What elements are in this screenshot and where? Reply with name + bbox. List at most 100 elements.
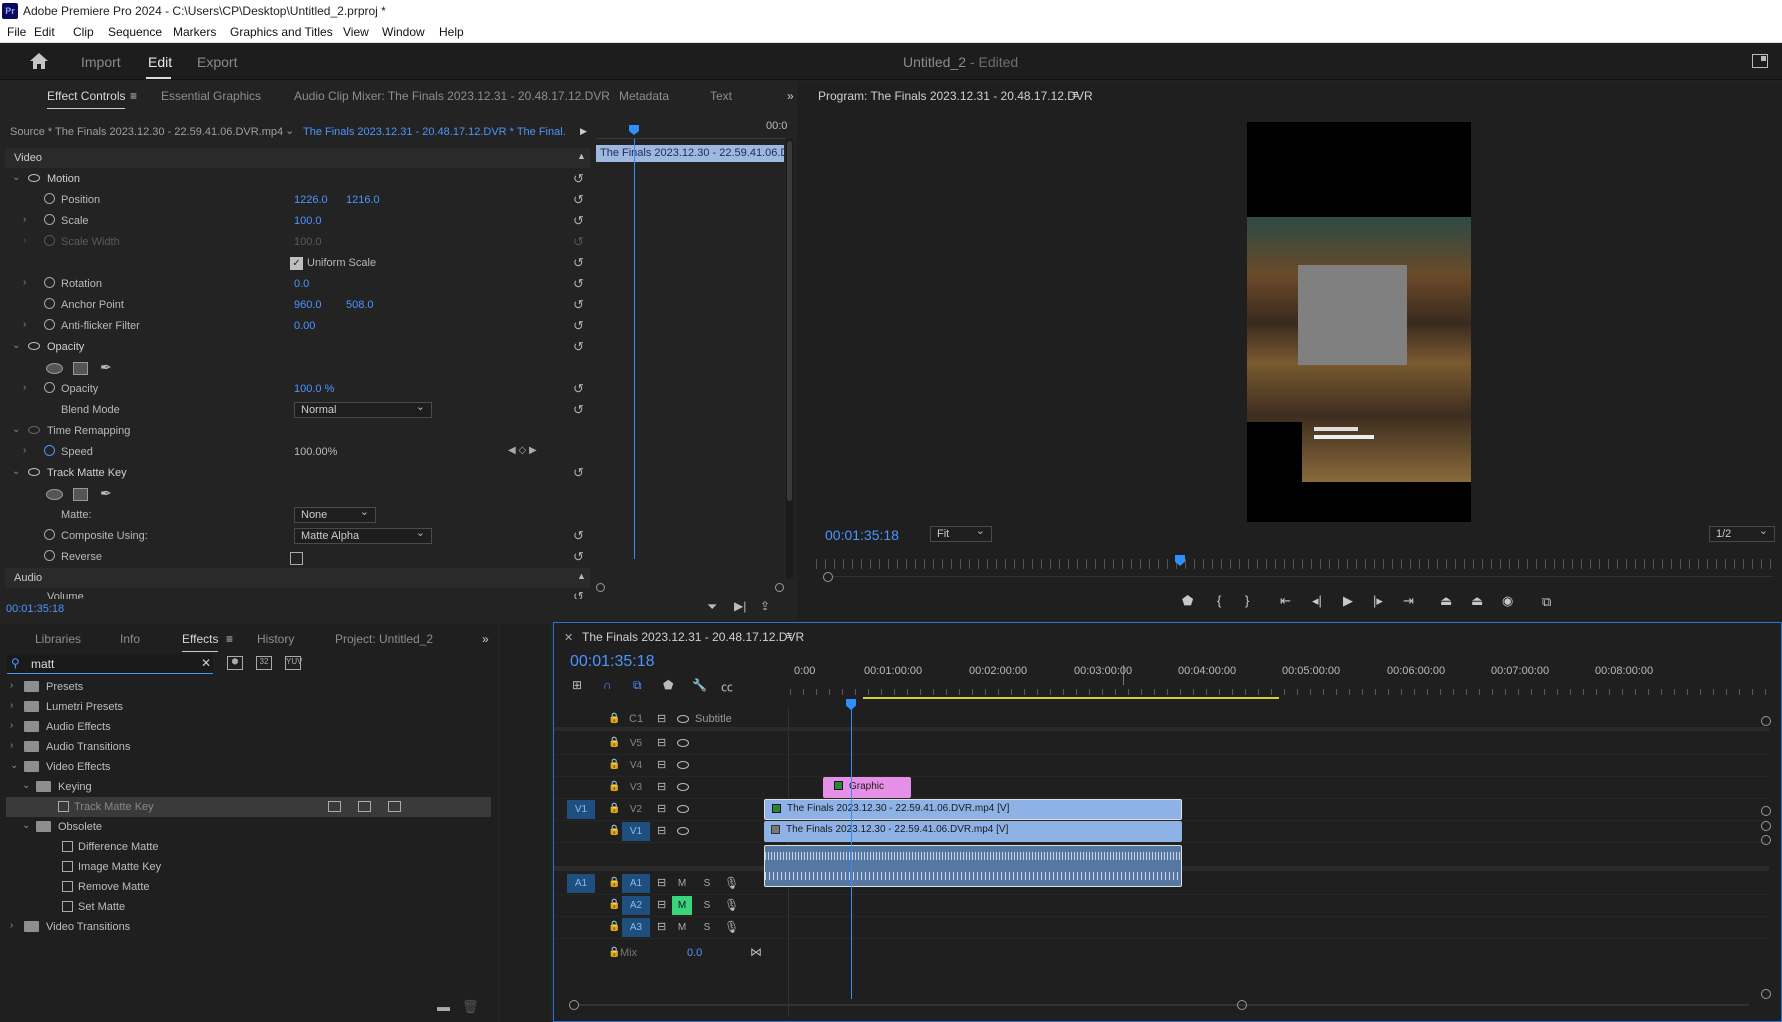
stopwatch-icon[interactable]: [44, 445, 55, 456]
anchor-x-value[interactable]: 960.0: [294, 299, 322, 311]
lock-icon[interactable]: 🔒: [608, 947, 620, 958]
sync-lock-icon[interactable]: ⊟: [657, 876, 666, 889]
ec-timecode[interactable]: 00:01:35:18: [6, 603, 64, 615]
home-icon[interactable]: [29, 52, 49, 70]
new-bin-icon[interactable]: ▬: [437, 999, 450, 1014]
add-marker-icon[interactable]: ⬟: [1182, 593, 1193, 609]
menu-edit[interactable]: Edit: [34, 25, 55, 39]
vertical-zoom-handle[interactable]: [1761, 716, 1771, 726]
track-target[interactable]: V3: [622, 778, 650, 797]
accelerated-effects-icon[interactable]: ⬢: [227, 656, 243, 670]
microphone-icon[interactable]: 🎙: [724, 876, 739, 890]
stopwatch-icon[interactable]: [44, 277, 55, 288]
stopwatch-icon[interactable]: [44, 319, 55, 330]
stopwatch-icon[interactable]: [44, 193, 55, 204]
opacity-value[interactable]: 100.0 %: [294, 383, 334, 395]
chevron-right-icon[interactable]: ›: [10, 740, 13, 751]
track-target[interactable]: V5: [622, 734, 650, 753]
microphone-icon[interactable]: 🎙: [724, 920, 739, 934]
chevron-down-icon[interactable]: ⌄: [12, 424, 20, 435]
lock-icon[interactable]: 🔒: [608, 737, 620, 748]
mix-toggle-icon[interactable]: ⋈: [750, 945, 762, 959]
chevron-right-icon[interactable]: ›: [23, 277, 26, 288]
chevron-down-icon[interactable]: ⌄: [22, 780, 30, 791]
play-icon[interactable]: ▶: [1343, 593, 1353, 609]
tab-essential-graphics[interactable]: Essential Graphics: [161, 89, 261, 103]
reset-icon[interactable]: ↺: [573, 277, 585, 290]
lock-icon[interactable]: 🔒: [608, 825, 620, 836]
scale-value[interactable]: 100.0: [294, 215, 322, 227]
blend-mode-dropdown[interactable]: Normal: [294, 400, 432, 418]
track-target[interactable]: V2: [622, 800, 650, 819]
uniform-scale-checkbox[interactable]: ✓: [290, 257, 303, 270]
insert-sequence-icon[interactable]: ⊞: [572, 678, 582, 692]
chevron-down-icon[interactable]: ⌄: [12, 340, 20, 351]
chevron-right-icon[interactable]: ›: [23, 445, 26, 456]
tab-project[interactable]: Project: Untitled_2: [335, 632, 433, 646]
eye-icon[interactable]: [677, 783, 689, 791]
effects-tree-item[interactable]: ⌄ Video Effects: [10, 757, 490, 777]
eye-icon[interactable]: [677, 715, 689, 723]
reverse-checkbox[interactable]: [290, 552, 303, 565]
menu-sequence[interactable]: Sequence: [108, 25, 162, 39]
export-frame-icon[interactable]: ◉: [1502, 593, 1513, 609]
reset-icon[interactable]: ↺: [573, 382, 585, 395]
clear-search-icon[interactable]: ✕: [201, 656, 211, 670]
lock-icon[interactable]: 🔒: [608, 877, 620, 888]
chevron-right-icon[interactable]: ›: [10, 700, 13, 711]
track-target[interactable]: A1: [622, 874, 650, 893]
step-back-icon[interactable]: ◂|: [1312, 593, 1322, 609]
chevron-down-icon[interactable]: ⌄: [10, 760, 18, 771]
mark-out-icon[interactable]: }: [1245, 593, 1249, 608]
source-patch-v1[interactable]: V1: [567, 800, 595, 819]
chevron-right-icon[interactable]: ›: [23, 319, 26, 330]
sync-lock-icon[interactable]: ⊟: [657, 780, 666, 793]
eye-icon[interactable]: [677, 827, 689, 835]
effects-tree-item[interactable]: › Lumetri Presets: [10, 697, 490, 717]
collapse-up-icon[interactable]: ▲: [577, 151, 586, 161]
position-y-value[interactable]: 1216.0: [346, 194, 380, 206]
tab-libraries[interactable]: Libraries: [35, 632, 81, 646]
eye-icon[interactable]: [28, 342, 40, 350]
tab-audio-clip-mixer[interactable]: Audio Clip Mixer: The Finals 2023.12.31 …: [294, 89, 610, 103]
wrench-icon[interactable]: 🔧: [692, 678, 707, 692]
chevron-right-icon[interactable]: ›: [23, 214, 26, 225]
reset-icon[interactable]: ↺: [573, 172, 585, 185]
reset-icon[interactable]: ↺: [573, 298, 585, 311]
eye-icon[interactable]: [677, 805, 689, 813]
play-only-clip-icon[interactable]: ▶: [580, 126, 587, 137]
lock-icon[interactable]: 🔒: [608, 921, 620, 932]
effects-tree-item[interactable]: › Audio Transitions: [10, 737, 490, 757]
stopwatch-icon[interactable]: [44, 382, 55, 393]
lock-icon[interactable]: 🔒: [608, 899, 620, 910]
menu-view[interactable]: View: [343, 25, 369, 39]
chevron-down-icon[interactable]: ⌄: [12, 172, 20, 183]
panel-menu-icon[interactable]: ≡: [786, 630, 792, 642]
yuv-effects-icon[interactable]: YUV: [285, 656, 302, 670]
stopwatch-icon[interactable]: [44, 550, 55, 561]
chevron-down-icon[interactable]: ⌄: [22, 820, 30, 831]
lock-icon[interactable]: 🔒: [608, 803, 620, 814]
sync-lock-icon[interactable]: ⊟: [657, 920, 666, 933]
mix-value[interactable]: 0.0: [687, 947, 702, 959]
close-sequence-icon[interactable]: ✕: [564, 631, 573, 644]
filter-icon[interactable]: ⏷: [707, 599, 717, 615]
eye-icon[interactable]: [28, 174, 40, 182]
composite-using-dropdown[interactable]: Matte Alpha: [294, 526, 432, 544]
vertical-zoom-handle[interactable]: [1761, 989, 1771, 999]
timeline-zoom-handle-left[interactable]: [569, 1000, 579, 1010]
solo-button[interactable]: S: [699, 896, 715, 915]
solo-button[interactable]: S: [699, 918, 715, 937]
tab-text[interactable]: Text: [710, 89, 732, 103]
ec-mini-ruler[interactable]: 00:0: [596, 119, 787, 139]
sequence-tab-title[interactable]: The Finals 2023.12.31 - 20.48.17.12.DVR: [582, 630, 804, 644]
effects-tree-item[interactable]: › Audio Effects: [10, 717, 490, 737]
step-forward-icon[interactable]: |▸: [1373, 593, 1383, 609]
more-tabs-icon[interactable]: »: [787, 89, 794, 103]
extract-icon[interactable]: ⏏: [1471, 593, 1483, 609]
microphone-icon[interactable]: 🎙: [724, 898, 739, 912]
sync-lock-icon[interactable]: ⊟: [657, 802, 666, 815]
go-to-out-icon[interactable]: ⇥: [1403, 593, 1414, 609]
tab-effects[interactable]: Effects: [182, 632, 219, 652]
effects-tree-item[interactable]: Difference Matte: [10, 837, 490, 857]
